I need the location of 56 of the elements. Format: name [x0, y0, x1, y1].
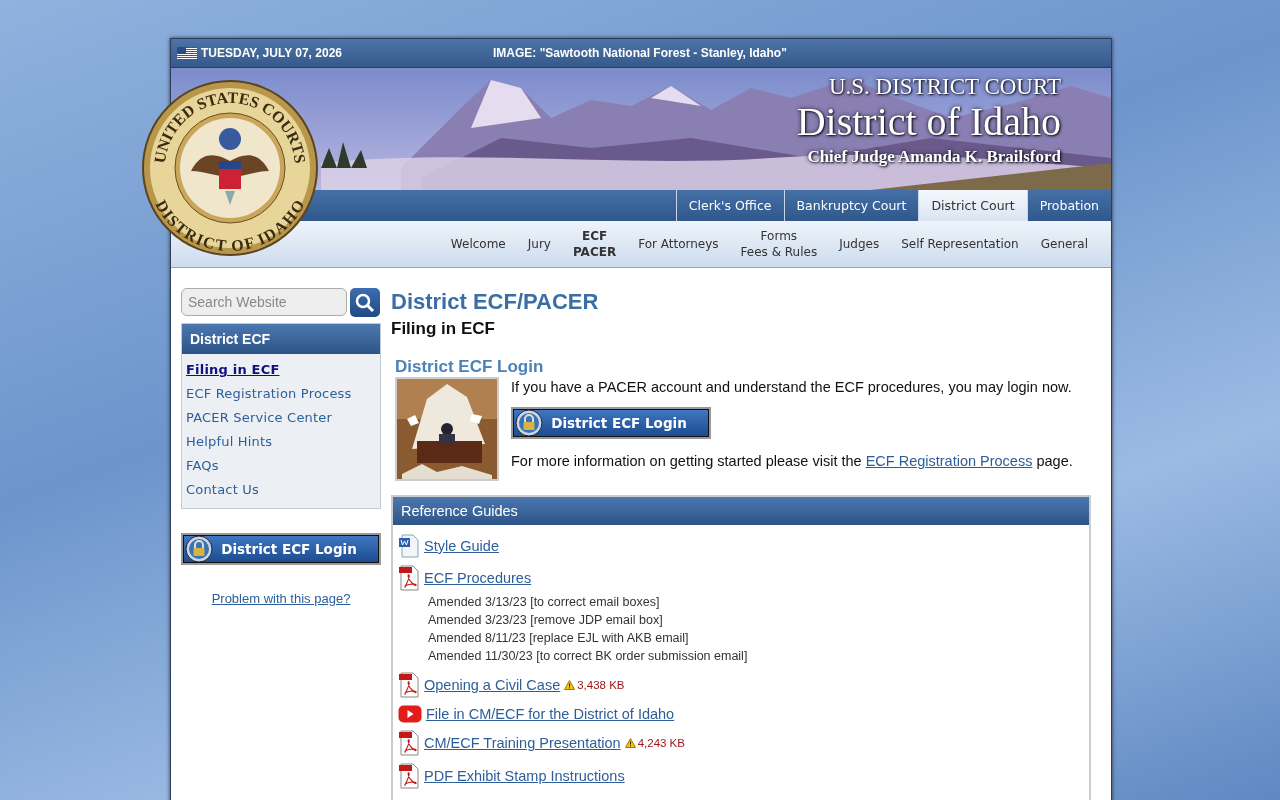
- sidebar-link[interactable]: FAQs: [182, 454, 380, 478]
- lock-icon: [515, 409, 543, 437]
- panel-title: Reference Guides: [393, 497, 1089, 525]
- file-size: 4,243 KB: [637, 737, 685, 749]
- pdf-icon: [398, 730, 420, 756]
- nav-item[interactable]: Self Representation: [890, 236, 1030, 252]
- nav-item[interactable]: Welcome: [439, 236, 517, 252]
- word-document-icon: [398, 534, 420, 558]
- warning-icon: [624, 738, 636, 748]
- search-button[interactable]: [350, 288, 380, 317]
- sidebar-link[interactable]: Helpful Hints: [182, 430, 380, 454]
- nav-item[interactable]: Forms Fees & Rules: [729, 228, 829, 260]
- ecf-login-button[interactable]: District ECF Login: [511, 407, 711, 439]
- nav-item[interactable]: For Attorneys: [627, 236, 730, 252]
- pdf-icon: [398, 672, 420, 698]
- nav-item[interactable]: ECF PACER: [561, 228, 628, 260]
- ecf-login-button[interactable]: District ECF Login: [181, 533, 381, 565]
- guide-link[interactable]: File in CM/ECF for the District of Idaho: [426, 706, 675, 722]
- court-tab[interactable]: District Court: [918, 190, 1027, 221]
- guide-link[interactable]: Opening a Civil Case: [424, 677, 561, 693]
- lock-icon: [185, 535, 213, 563]
- image-caption: IMAGE: "Sawtooth National Forest - Stanley, Idaho": [493, 46, 787, 60]
- amendment-note: Amended 11/30/23 [to correct BK order submission email]: [428, 648, 749, 665]
- registration-link[interactable]: ECF Registration Process: [865, 453, 1033, 469]
- sidebar-link[interactable]: Contact Us: [182, 478, 380, 502]
- nav-item[interactable]: General: [1029, 236, 1099, 252]
- page-title: District ECF/PACER: [391, 289, 600, 315]
- guide-link[interactable]: CM/ECF Training Presentation: [424, 735, 621, 751]
- guide-link[interactable]: PDF Exhibit Stamp Instructions: [424, 768, 625, 784]
- login-intro-text: If you have a PACER account and understand the ECF procedures, you may login now.: [511, 379, 1073, 395]
- amendment-note: Amended 3/13/23 [to correct email boxes]: [428, 594, 661, 611]
- court-title: District of Idaho: [796, 100, 1061, 144]
- court-overline: U.S. DISTRICT COURT: [827, 74, 1061, 100]
- current-date: TUESDAY, JULY 07, 2026: [201, 46, 342, 60]
- sidebar-link[interactable]: ECF Registration Process: [182, 382, 380, 406]
- pdf-icon: [398, 763, 420, 789]
- sidebar-link[interactable]: Filing in ECF: [182, 358, 380, 382]
- video-play-icon: [398, 705, 422, 723]
- search-field[interactable]: Search Website: [181, 288, 347, 316]
- menu-title: District ECF: [182, 324, 380, 354]
- nav-item[interactable]: Judges: [828, 236, 891, 252]
- pdf-icon: [398, 565, 420, 591]
- amendment-note: Amended 3/23/23 [remove JDP email box]: [428, 612, 664, 629]
- problem-link[interactable]: Problem with this page?: [181, 591, 381, 606]
- amendment-note: Amended 8/11/23 [replace EJL with AKB email]: [428, 630, 690, 647]
- file-size: 3,438 KB: [577, 679, 625, 691]
- guide-link[interactable]: Style Guide: [424, 538, 499, 554]
- warning-icon: [564, 680, 576, 690]
- nav-item[interactable]: Jury: [516, 236, 562, 252]
- sidebar-link[interactable]: PACER Service Center: [182, 406, 380, 430]
- page-subtitle: Filing in ECF: [391, 319, 496, 339]
- search-icon: [355, 292, 375, 313]
- guide-link[interactable]: ECF Procedures: [424, 570, 532, 586]
- flag-icon: [177, 47, 197, 59]
- section-heading: District ECF Login: [395, 357, 545, 377]
- registration-info-text: For more information on getting started please visit the ECF Registration Process page.: [511, 453, 1073, 469]
